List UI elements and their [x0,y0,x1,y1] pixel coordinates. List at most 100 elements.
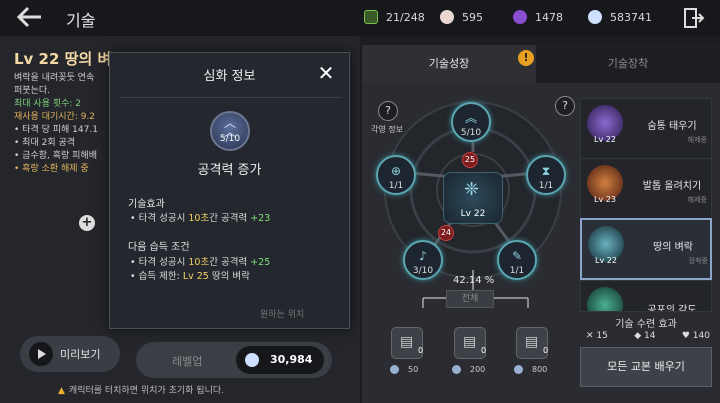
material-cost-value: 800 [532,365,548,374]
skill-level: Lv 22 [595,256,617,265]
material-cost-value: 200 [470,365,486,374]
node-count: 1/1 [509,266,525,276]
pearl-value: 595 [462,10,483,24]
material-slot[interactable]: ▤ 0 [391,327,423,359]
skill-name: 숨통 태우기 [647,121,697,132]
book-icon: ▤ [400,334,414,350]
silver-value: 583741 [610,10,652,24]
book-icon: ▤ [463,334,477,350]
resource-stamina: 21/248 [364,10,425,24]
skill-name: 발톱 올려치기 [642,181,702,192]
silver-coin-icon [390,365,399,374]
desc-line: • 흑랑 소환 해제 중 [14,164,89,174]
material-count: 0 [418,346,424,355]
help-button[interactable]: ? [555,96,575,116]
reset-warning: ▲ 캐릭터를 터치하면 위치가 초기화 됩니다. [58,383,224,396]
requirement-level: Lv 25 [182,271,209,282]
tree-node-bottom-right[interactable]: ✎ 1/1 [497,240,537,280]
skill-name: 공포의 각도 [647,305,697,312]
play-icon [29,342,53,366]
training-attack: ✕ 15 [586,331,608,341]
tree-node-bottom-left[interactable]: ♪ 3/10 [403,240,443,280]
attack-gem-icon: ︿ ︿ 5/10 [210,111,250,151]
purple-gem-value: 1478 [535,10,563,24]
tree-progress-percent: 42.14 % [453,275,495,286]
effect-value: +23 [250,213,271,224]
preview-label: 미리보기 [60,348,101,361]
back-arrow-icon[interactable] [14,4,44,30]
resource-silver: 583741 [588,10,652,24]
material-count: 0 [481,346,487,355]
heart-icon: ♥ [681,331,693,341]
tree-node-top[interactable]: ︽ 5/10 [451,102,491,142]
learn-all-books-button[interactable]: 모든 교본 배우기 [580,347,712,387]
zoom-plus-icon[interactable]: + [79,215,95,231]
node-count: 1/1 [538,181,554,191]
skill-list-item[interactable]: Lv 22 숨통 태우기 해제중 [580,98,712,160]
requirement-line: • 습득 제한: Lv 25 땅의 벼락 [130,268,250,282]
effect-title: 기술효과 [128,199,165,210]
enhance-name: 공격력 증가 [197,163,262,178]
skill-level: Lv 23 [594,195,616,204]
training-defense-value: 14 [644,331,656,341]
requirement-skill: 땅의 벼락 [208,271,250,282]
cooldown: 재사용 대기시간: 9.2 [14,112,96,122]
training-defense: ◆ 14 [634,331,655,341]
skill-list-item[interactable]: 공포의 각도 [580,280,712,312]
tab-skill-equip[interactable]: 기술장착 [536,45,720,83]
levelup-button[interactable]: 레벨업 30,984 [136,342,332,378]
engrave-info-button[interactable]: ? [378,101,398,121]
material-slot[interactable]: ▤ 0 [454,327,486,359]
material-cost-value: 50 [408,365,419,374]
resource-purple-gem: 1478 [513,10,563,24]
reset-all-button[interactable]: 전체 [446,290,494,308]
preview-button[interactable]: 미리보기 [20,336,120,372]
desc-line: • 최대 2회 공격 [14,138,76,148]
silver-coin-icon [514,365,523,374]
effect-text: • 타격 성공시 [130,213,189,224]
material-slot[interactable]: ▤ 0 [516,327,548,359]
next-value: +25 [250,257,271,268]
exit-icon[interactable] [683,7,705,29]
training-health-value: 140 [692,331,710,341]
skill-heading: Lv 22 땅의 벼 [14,50,112,68]
training-effect-title: 기술 수련 효과 [615,319,677,330]
material-count: 0 [543,346,549,355]
tree-node-left[interactable]: ⊕ 1/1 [376,155,416,195]
engrave-label: 각영 정보 [371,125,403,134]
tree-node-right[interactable]: ⧗ 1/1 [526,155,566,195]
max-uses: 최대 사용 횟수: 2 [14,99,82,109]
gem-count: 5/10 [219,134,241,144]
material-cost: 50 [390,365,418,374]
core-skill-node[interactable]: ❈ Lv 22 [443,172,503,224]
skill-list-item-selected[interactable]: Lv 22 땅의 벼락 장착중 [580,218,712,280]
training-health: ♥ 140 [682,331,710,341]
skill-status: 해제중 [687,136,707,144]
next-duration: 10초 [188,257,210,268]
stamina-value: 21/248 [386,10,425,24]
effect-duration: 10초 [188,213,210,224]
crossed-swords-icon: ✕ [586,331,597,341]
resource-pearl: 595 [440,10,483,24]
book-icon: ▤ [525,334,539,350]
effect-line: • 타격 성공시 10초간 공격력 +23 [130,210,270,224]
fear-skill-icon [587,287,623,311]
warning-text: 캐릭터를 터치하면 위치가 초기화 됩니다. [68,386,224,396]
desc-line: • 금수함, 흑랑 피해배 [14,151,97,161]
node-count: 5/10 [460,128,482,138]
requirement-text: • 습득 제한: [130,271,183,282]
hourglass-icon: ⧗ [541,164,551,178]
next-text: • 타격 성공시 [130,257,189,268]
close-icon[interactable]: ✕ [316,63,336,83]
plus-circle-icon: ⊕ [390,164,402,178]
silver-coin-icon [588,10,602,24]
node-count: 3/10 [412,266,434,276]
tab-skill-growth[interactable]: 기술성장 [362,45,536,83]
material-cost: 200 [452,365,485,374]
desc-line: 퍼붓는다. [14,86,50,96]
skill-list-item[interactable]: Lv 23 발톱 올려치기 해제중 [580,158,712,220]
desc-line: 벼락을 내려꽂듯 연속 [14,73,95,83]
desc-line: • 타격 당 피해 147.1 [14,125,98,135]
core-level: Lv 22 [460,209,486,219]
effect-text: 간 공격력 [209,213,251,224]
